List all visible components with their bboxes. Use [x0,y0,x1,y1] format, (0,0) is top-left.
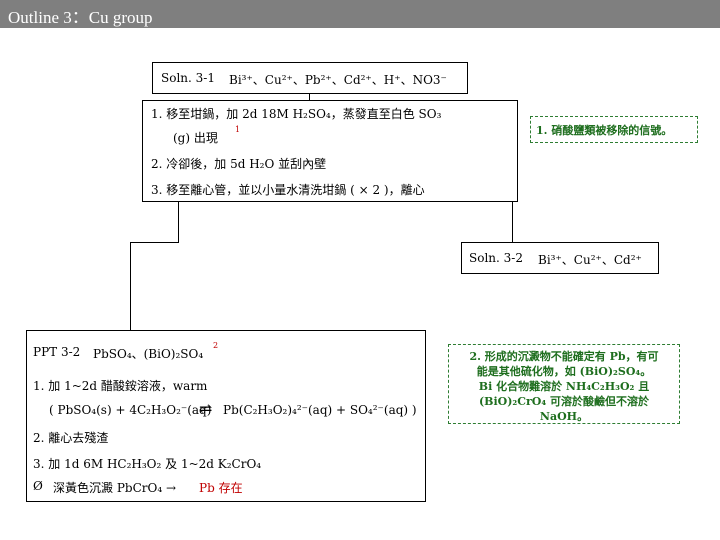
ppt32-box: PPT 3-2 PbSO₄、(BiO)₂SO₄ 2 1. 加 1~2d 醋酸銨溶… [26,330,426,502]
step1-ref: 1 [235,125,241,134]
equation-right: Pb(C₂H₃O₂)₄²⁻(aq) + SO₄²⁻(aq) ) [223,403,417,417]
note-2-line1: 2. 形成的沉澱物不能確定有 Pb，有可 [469,350,659,363]
ppt-step1: 1. 加 1~2d 醋酸銨溶液，warm [33,379,208,393]
note-2-line2: 能是其他硫化物，如 (BiO)₂SO₄。 [476,365,652,378]
soln31-ions: Bi³⁺、Cu²⁺、Pb²⁺、Cd²⁺、H⁺、NO3⁻ [229,73,447,87]
connector-right-vertical [512,202,513,242]
equation-left: ( PbSO₄(s) + 4C₂H₃O₂⁻(aq) [49,403,212,417]
result-highlight: Pb 存在 [199,481,243,495]
ppt-step2: 2. 離心去殘渣 [33,431,109,445]
soln32-box: Soln. 3-2 Bi³⁺、Cu²⁺、Cd²⁺ [461,242,659,274]
soln31-box: Soln. 3-1 Bi³⁺、Cu²⁺、Pb²⁺、Cd²⁺、H⁺、NO3⁻ [152,62,468,94]
step3-text: 3. 移至離心管，並以小量水清洗坩鍋 ( × 2 )，離心 [151,183,425,197]
note-2-line3: Bi 化合物難溶於 NH₄C₂H₃O₂ 且 [478,380,650,393]
connector-left-down [130,242,131,330]
step1-line1: 1. 移至坩鍋，加 2d 18M H₂SO₄，蒸發直至白色 SO₃ [151,107,442,121]
ppt32-label: PPT 3-2 [33,345,81,359]
procedure-box: 1. 移至坩鍋，加 2d 18M H₂SO₄，蒸發直至白色 SO₃ (g) 出現… [142,100,518,202]
connector-left-horizontal [130,242,179,243]
note-1-text: 1. 硝酸鹽類被移除的信號。 [536,124,673,137]
note-2: 2. 形成的沉澱物不能確定有 Pb，有可 能是其他硫化物，如 (BiO)₂SO₄… [448,344,680,424]
result-text: 深黃色沉澱 PbCrO₄ → [53,481,177,495]
soln32-ions: Bi³⁺、Cu²⁺、Cd²⁺ [538,253,642,267]
step2-text: 2. 冷卻後，加 5d H₂O 並刮內壁 [151,157,327,171]
slide-title: Outline 3：Cu group [8,8,153,27]
ppt-step3: 3. 加 1d 6M HC₂H₃O₂ 及 1~2d K₂CrO₄ [33,457,262,471]
soln32-label: Soln. 3-2 [469,251,523,265]
note-2-line5: NaOH。 [539,410,589,423]
ppt32-species: PbSO₄、(BiO)₂SO₄ [93,347,204,361]
step1-line2: (g) 出現 [173,131,218,145]
result-bullet: Ø [33,479,43,493]
title-bar: Outline 3：Cu group [0,0,720,28]
ppt32-ref: 2 [213,341,219,350]
connector-left-vertical [178,202,179,242]
soln31-label: Soln. 3-1 [161,71,215,85]
note-1: 1. 硝酸鹽類被移除的信號。 [530,116,698,143]
equation-arrow: ⇌ [199,399,213,418]
note-2-line4: (BiO)₂CrO₄ 可溶於酸鹼但不溶於 [478,395,650,408]
